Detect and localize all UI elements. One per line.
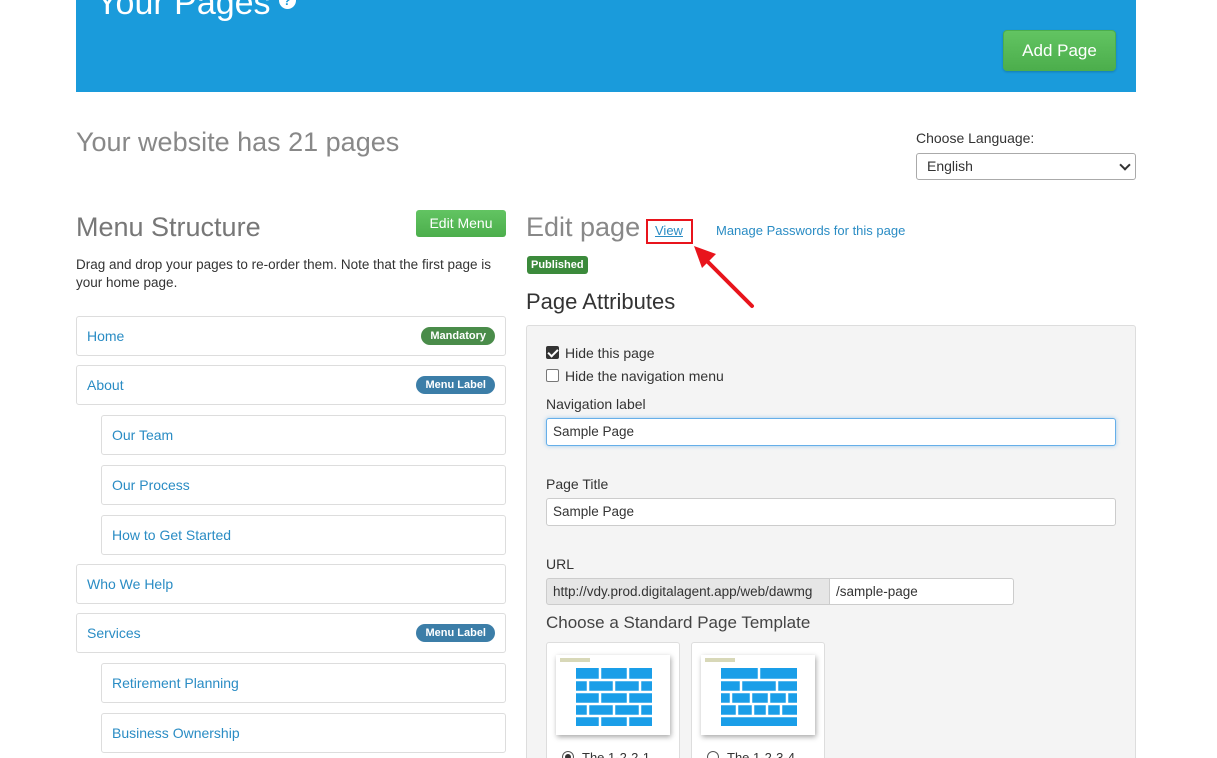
menu-item-our-process[interactable]: Our Process xyxy=(101,465,506,505)
menu-label-badge: Menu Label xyxy=(416,376,495,394)
edit-menu-button[interactable]: Edit Menu xyxy=(416,210,506,237)
template-option-2[interactable]: The 1-2-3-4 xyxy=(707,750,795,758)
menu-item-our-team[interactable]: Our Team xyxy=(101,415,506,455)
page-header-title: Your Pages? xyxy=(96,0,296,23)
template-card-1[interactable] xyxy=(546,642,680,758)
language-label: Choose Language: xyxy=(916,130,1035,146)
url-label: URL xyxy=(546,556,575,572)
url-slug-input[interactable]: /sample-page xyxy=(829,578,1014,605)
page-title-label: Page Title xyxy=(546,476,609,492)
template-thumbnail xyxy=(556,655,670,735)
menu-item-label: Business Ownership xyxy=(112,725,240,741)
hide-nav-checkbox[interactable] xyxy=(546,369,559,382)
manage-passwords-link[interactable]: Manage Passwords for this page xyxy=(716,223,905,238)
menu-item-services[interactable]: Services Menu Label xyxy=(76,613,506,653)
hide-nav-option[interactable]: Hide the navigation menu xyxy=(546,368,724,384)
menu-item-who-we-help[interactable]: Who We Help xyxy=(76,564,506,604)
menu-item-about[interactable]: About Menu Label xyxy=(76,365,506,405)
menu-label-badge: Menu Label xyxy=(416,624,495,642)
template-heading: Choose a Standard Page Template xyxy=(546,613,811,632)
template-label-1: The 1-2-2-1 xyxy=(582,750,650,758)
template-option-1[interactable]: The 1-2-2-1 xyxy=(562,750,650,758)
template-radio-1[interactable] xyxy=(562,751,574,758)
navigation-label-input[interactable]: Sample Page xyxy=(546,418,1116,446)
menu-item-label: Our Team xyxy=(112,427,174,443)
navigation-label-title: Navigation label xyxy=(546,396,646,412)
template-label-2: The 1-2-3-4 xyxy=(727,750,795,758)
page-title-input[interactable]: Sample Page xyxy=(546,498,1116,526)
header-title-text: Your Pages xyxy=(96,0,271,22)
chevron-down-icon xyxy=(1119,159,1131,171)
menu-item-label: Who We Help xyxy=(87,576,174,592)
url-prefix: http://vdy.prod.digitalagent.app/web/daw… xyxy=(546,578,830,605)
language-selected-value: English xyxy=(927,158,973,174)
hide-nav-label: Hide the navigation menu xyxy=(565,368,724,384)
hide-page-option[interactable]: Hide this page xyxy=(546,345,655,361)
hide-page-label: Hide this page xyxy=(565,345,655,361)
menu-item-label: Services xyxy=(87,625,141,641)
header-banner: Your Pages? Add Page xyxy=(76,0,1136,92)
page-attributes-heading: Page Attributes xyxy=(526,289,676,314)
menu-description: Drag and drop your pages to re-order the… xyxy=(76,257,491,290)
view-link[interactable]: View xyxy=(655,223,683,238)
menu-item-label: How to Get Started xyxy=(112,527,232,543)
published-status-badge: Published xyxy=(527,256,588,274)
menu-structure-heading: Menu Structure xyxy=(76,212,261,242)
menu-item-retirement-planning[interactable]: Retirement Planning xyxy=(101,663,506,703)
page-count-heading: Your website has 21 pages xyxy=(76,127,400,157)
menu-item-label: Our Process xyxy=(112,477,190,493)
template-thumbnail xyxy=(701,655,815,735)
language-select[interactable]: English xyxy=(916,153,1136,180)
add-page-button[interactable]: Add Page xyxy=(1003,30,1116,71)
mandatory-badge: Mandatory xyxy=(421,327,495,345)
menu-item-label: Home xyxy=(87,328,125,344)
menu-item-how-to-get-started[interactable]: How to Get Started xyxy=(101,515,506,555)
menu-item-label: Retirement Planning xyxy=(112,675,239,691)
red-arrow-annotation xyxy=(694,246,754,308)
menu-item-business-ownership[interactable]: Business Ownership xyxy=(101,713,506,753)
template-radio-2[interactable] xyxy=(707,751,719,758)
menu-item-label: About xyxy=(87,377,124,393)
hide-page-checkbox[interactable] xyxy=(546,346,559,359)
edit-page-heading: Edit page xyxy=(526,212,641,242)
template-card-2[interactable] xyxy=(691,642,825,758)
help-icon[interactable]: ? xyxy=(278,0,296,9)
menu-item-home[interactable]: Home Mandatory xyxy=(76,316,506,356)
